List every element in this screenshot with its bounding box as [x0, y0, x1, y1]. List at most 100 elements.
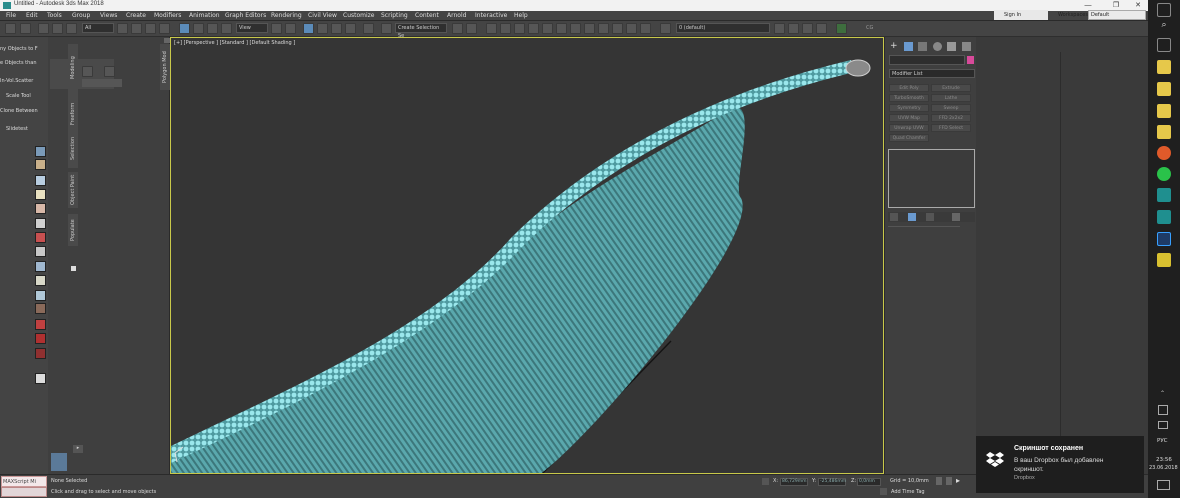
render-cloud-icon[interactable]: [626, 23, 637, 34]
3ds-max-icon[interactable]: [1157, 210, 1171, 224]
display-tab-icon[interactable]: [947, 42, 956, 51]
sticky-app-icon[interactable]: [1157, 253, 1171, 267]
tool-icon-7[interactable]: [35, 232, 46, 243]
tool-icon-5[interactable]: [35, 203, 46, 214]
script-button-objects-than[interactable]: e Objects than: [0, 58, 48, 68]
placement-icon[interactable]: [221, 23, 232, 34]
hierarchy-tab-icon[interactable]: [918, 42, 927, 51]
angle-snap-icon[interactable]: [317, 23, 328, 34]
percent-snap-icon[interactable]: [331, 23, 342, 34]
menu-animation[interactable]: Animation: [189, 12, 220, 19]
mirror-icon[interactable]: [452, 23, 463, 34]
modifier-stack[interactable]: [888, 149, 975, 208]
current-layer-dropdown[interactable]: 0 (default): [676, 23, 770, 33]
rendered-frame-icon[interactable]: [584, 23, 595, 34]
menu-rendering[interactable]: Rendering: [271, 12, 302, 19]
selection-filter-dropdown[interactable]: All: [82, 23, 114, 33]
script-button-in-vol-scatter[interactable]: In-Vol.Scatter: [0, 76, 48, 86]
maxscript-listener[interactable]: MAXScript Mi: [1, 476, 47, 487]
unlink-icon[interactable]: [52, 23, 63, 34]
named-selection-icon[interactable]: [363, 23, 374, 34]
ribbon-bottom-icon[interactable]: [51, 453, 67, 471]
ribbon-tool-icon-1[interactable]: [82, 66, 93, 77]
menu-create[interactable]: Create: [126, 12, 146, 19]
go-to-start-icon[interactable]: [936, 477, 942, 485]
dropbox-notification[interactable]: Скриншот сохранен В ваш Dropbox был доба…: [976, 436, 1144, 493]
create-tab-icon[interactable]: +: [890, 42, 899, 51]
script-button-clone-between[interactable]: Clone Between: [0, 106, 48, 116]
tool-icon-1[interactable]: [35, 146, 46, 157]
snaps-toggle-icon[interactable]: [303, 23, 314, 34]
tab-object-paint[interactable]: Object Paint: [68, 172, 78, 208]
symmetry-button[interactable]: Symmetry: [889, 104, 929, 112]
tab-populate[interactable]: Populate: [68, 214, 78, 246]
ribbon-pin-icon[interactable]: [71, 266, 76, 271]
add-to-layer-icon[interactable]: [774, 23, 785, 34]
folder-icon[interactable]: [1157, 104, 1171, 118]
menu-interactive[interactable]: Interactive: [475, 12, 507, 19]
layer-manager-icon[interactable]: [660, 23, 671, 34]
script-button-slidetest[interactable]: Slidetest: [0, 124, 48, 134]
hide-layer-icon[interactable]: [816, 23, 827, 34]
redo-icon[interactable]: [20, 23, 31, 34]
reference-coordinate-dropdown[interactable]: View: [236, 23, 268, 33]
script-button-scale-tool[interactable]: Scale Tool: [0, 91, 48, 101]
previous-frame-icon[interactable]: [946, 477, 952, 485]
curve-editor-icon[interactable]: [528, 23, 539, 34]
play-icon[interactable]: ▸: [956, 476, 960, 485]
pin-stack-icon[interactable]: [890, 213, 898, 221]
object-name-field[interactable]: [889, 55, 965, 65]
menu-scripting[interactable]: Scripting: [381, 12, 408, 19]
menu-tools[interactable]: Tools: [47, 12, 62, 19]
tool-icon-2[interactable]: [35, 159, 46, 170]
tab-modeling[interactable]: Modeling: [68, 44, 78, 92]
tool-icon-3[interactable]: [35, 175, 46, 186]
modifier-list-dropdown[interactable]: Modifier List: [889, 69, 975, 78]
tab-polygon-modeling[interactable]: Polygon Mod: [160, 44, 170, 90]
menu-graph-editors[interactable]: Graph Editors: [225, 12, 266, 19]
named-selection-sets-dropdown[interactable]: Create Selection Se: [395, 23, 447, 39]
quad-chamfer-button[interactable]: Quad Chamfer: [889, 134, 929, 142]
language-indicator[interactable]: РУС: [1157, 438, 1168, 444]
menu-views[interactable]: Views: [100, 12, 117, 19]
menu-customize[interactable]: Customize: [343, 12, 375, 19]
tool-icon-10[interactable]: [35, 275, 46, 286]
folder-icon[interactable]: [1157, 60, 1171, 74]
ffd-select-button[interactable]: FFD Select: [931, 124, 971, 132]
folder-icon[interactable]: [1157, 82, 1171, 96]
align-icon[interactable]: [466, 23, 477, 34]
undo-icon[interactable]: [5, 23, 16, 34]
tool-icon-16[interactable]: [35, 373, 46, 384]
tab-selection[interactable]: Selection: [68, 128, 78, 168]
3ds-max-icon[interactable]: [1157, 188, 1171, 202]
remove-modifier-icon[interactable]: [952, 213, 960, 221]
menu-modifiers[interactable]: Modifiers: [154, 12, 181, 19]
ffd-2x2x2-button[interactable]: FFD 2x2x2: [931, 114, 971, 122]
select-by-name-icon[interactable]: [131, 23, 142, 34]
perspective-viewport[interactable]: [+] [Perspective ] [Standard ] [Default …: [170, 37, 884, 474]
spinner-snap-icon[interactable]: [345, 23, 356, 34]
sweep-button[interactable]: Sweep: [931, 104, 971, 112]
window-crossing-icon[interactable]: [159, 23, 170, 34]
network-icon[interactable]: [1158, 405, 1168, 415]
clock-time[interactable]: 23:56: [1156, 457, 1172, 463]
notifications-icon[interactable]: [1157, 480, 1170, 490]
script-button-objects-to[interactable]: ny Objects to F: [0, 44, 48, 54]
folder-icon[interactable]: [1157, 125, 1171, 139]
scale-icon[interactable]: [207, 23, 218, 34]
time-tag-icon[interactable]: [880, 488, 887, 495]
tool-icon-6[interactable]: [35, 218, 46, 229]
menu-group[interactable]: Group: [72, 12, 90, 19]
menu-help[interactable]: Help: [514, 12, 528, 19]
schematic-view-icon[interactable]: [542, 23, 553, 34]
sign-in-button[interactable]: Sign In: [994, 10, 1048, 20]
tool-icon-9[interactable]: [35, 261, 46, 272]
workspace-dropdown[interactable]: Default: [1088, 10, 1146, 20]
volume-icon[interactable]: [1158, 421, 1168, 429]
layer-properties-icon[interactable]: [802, 23, 813, 34]
z-coordinate-field[interactable]: 0,0mm: [857, 478, 881, 486]
view-cube-icon[interactable]: [845, 59, 871, 77]
render-production-icon[interactable]: [598, 23, 609, 34]
make-unique-icon[interactable]: [926, 213, 934, 221]
tool-icon-4[interactable]: [35, 189, 46, 200]
